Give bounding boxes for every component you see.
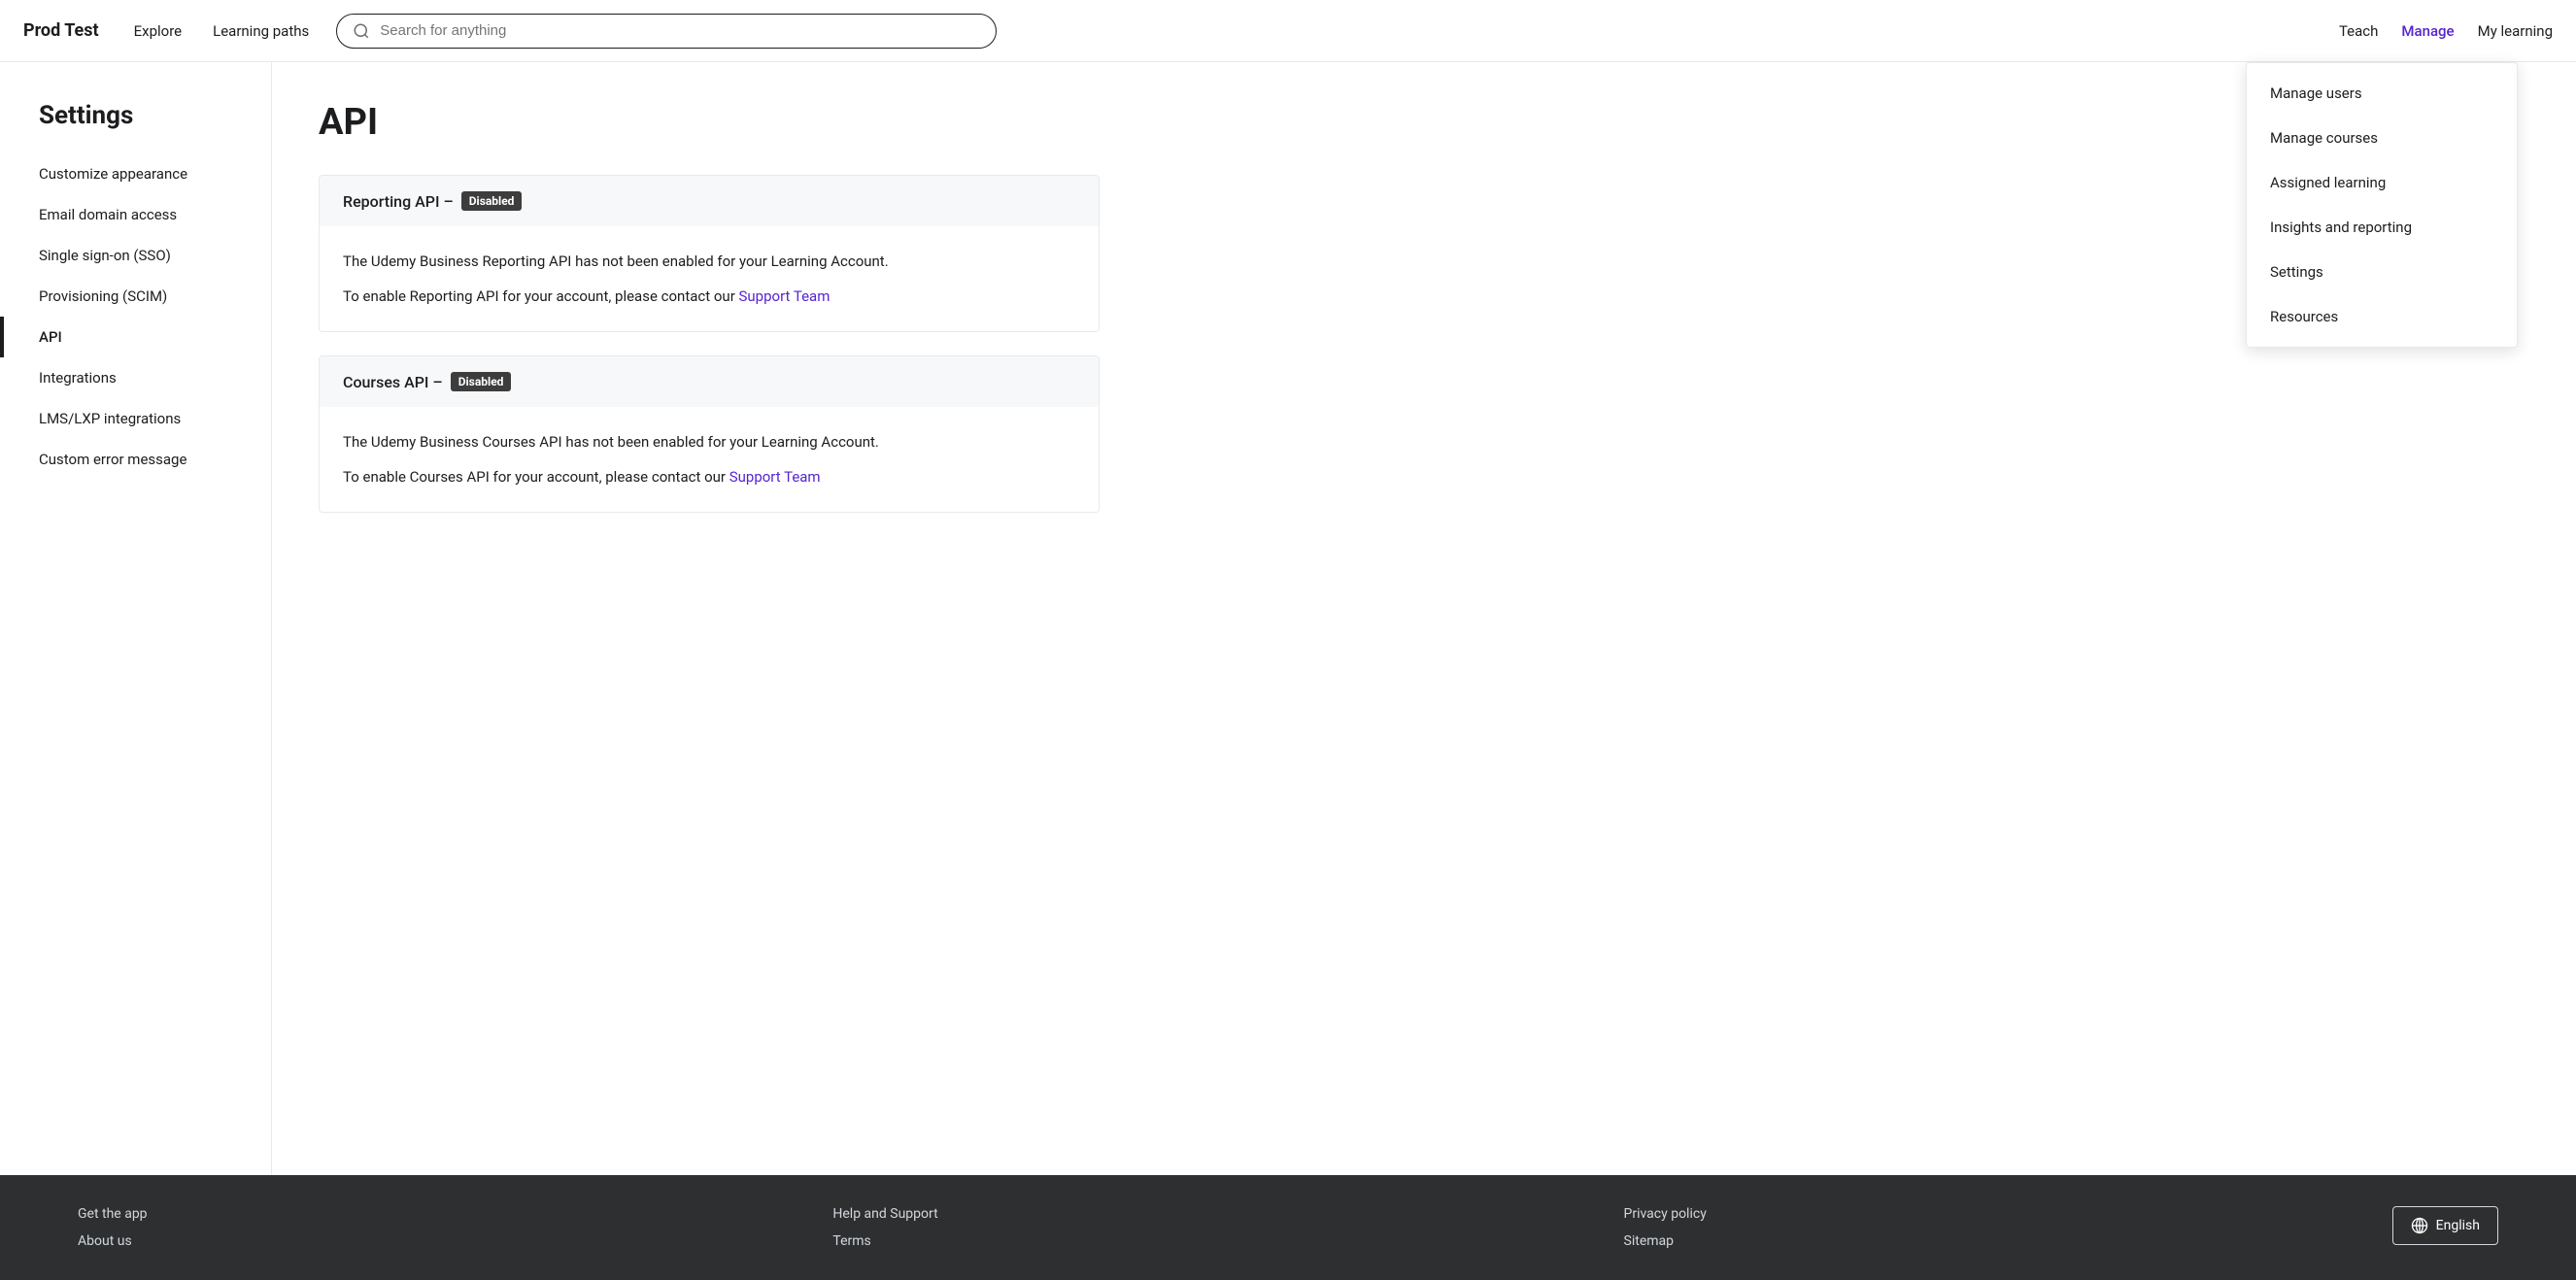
manage-dropdown: Manage users Manage courses Assigned lea… xyxy=(2246,62,2518,348)
reporting-api-card: Reporting API – Disabled The Udemy Busin… xyxy=(319,175,1100,332)
reporting-api-header: Reporting API – Disabled xyxy=(320,176,1099,226)
manage-link[interactable]: Manage xyxy=(2401,22,2454,40)
courses-api-header: Courses API – Disabled xyxy=(320,356,1099,407)
footer-col-2: Help and Support Terms xyxy=(832,1206,937,1249)
site-logo[interactable]: Prod Test xyxy=(23,20,99,41)
reporting-api-badge: Disabled xyxy=(461,191,523,211)
dropdown-manage-users[interactable]: Manage users xyxy=(2247,71,2517,116)
reporting-api-description: The Udemy Business Reporting API has not… xyxy=(343,250,1075,273)
footer-col-3: Privacy policy Sitemap xyxy=(1624,1206,1707,1249)
dropdown-insights[interactable]: Insights and reporting xyxy=(2247,205,2517,250)
courses-api-body: The Udemy Business Courses API has not b… xyxy=(320,407,1099,512)
reporting-api-title: Reporting API – xyxy=(343,192,454,211)
header-actions: Teach Manage My learning xyxy=(2316,22,2553,40)
sidebar-item-api[interactable]: API xyxy=(0,317,271,357)
globe-icon xyxy=(2411,1217,2428,1234)
search-input[interactable] xyxy=(380,22,980,39)
dropdown-settings[interactable]: Settings xyxy=(2247,250,2517,294)
courses-api-description: The Udemy Business Courses API has not b… xyxy=(343,430,1075,454)
reporting-support-link[interactable]: Support Team xyxy=(739,287,830,305)
sidebar-title: Settings xyxy=(0,101,271,130)
dropdown-manage-courses[interactable]: Manage courses xyxy=(2247,116,2517,160)
main-content: Settings Customize appearance Email doma… xyxy=(0,62,2576,1175)
my-learning-link[interactable]: My learning xyxy=(2478,22,2553,40)
nav-explore[interactable]: Explore xyxy=(122,15,194,48)
sidebar-item-integrations[interactable]: Integrations xyxy=(0,357,271,398)
footer-help[interactable]: Help and Support xyxy=(832,1206,937,1222)
sidebar-item-scim[interactable]: Provisioning (SCIM) xyxy=(0,276,271,317)
nav-learning-paths[interactable]: Learning paths xyxy=(201,15,321,48)
footer-sitemap[interactable]: Sitemap xyxy=(1624,1233,1707,1249)
courses-api-contact: To enable Courses API for your account, … xyxy=(343,465,1075,488)
reporting-api-body: The Udemy Business Reporting API has not… xyxy=(320,226,1099,331)
courses-api-badge: Disabled xyxy=(451,372,512,391)
footer-content: Get the app About us Help and Support Te… xyxy=(78,1206,2498,1249)
search-bar xyxy=(336,14,997,49)
sidebar-item-sso[interactable]: Single sign-on (SSO) xyxy=(0,235,271,276)
courses-support-link[interactable]: Support Team xyxy=(729,468,821,486)
sidebar: Settings Customize appearance Email doma… xyxy=(0,62,272,1175)
header: Prod Test Explore Learning paths Teach M… xyxy=(0,0,2576,62)
sidebar-item-customize[interactable]: Customize appearance xyxy=(0,153,271,194)
sidebar-nav: Customize appearance Email domain access… xyxy=(0,153,271,480)
sidebar-item-lms[interactable]: LMS/LXP integrations xyxy=(0,398,271,439)
courses-api-card: Courses API – Disabled The Udemy Busines… xyxy=(319,355,1100,513)
footer-get-app[interactable]: Get the app xyxy=(78,1206,148,1222)
footer-terms[interactable]: Terms xyxy=(832,1233,937,1249)
sidebar-item-error[interactable]: Custom error message xyxy=(0,439,271,480)
search-icon xyxy=(353,22,370,40)
reporting-api-contact: To enable Reporting API for your account… xyxy=(343,285,1075,308)
page-title: API xyxy=(319,101,1100,144)
dropdown-resources[interactable]: Resources xyxy=(2247,294,2517,339)
language-selector[interactable]: English xyxy=(2392,1206,2498,1245)
main-nav: Explore Learning paths xyxy=(122,15,322,48)
footer-privacy[interactable]: Privacy policy xyxy=(1624,1206,1707,1222)
footer-about-us[interactable]: About us xyxy=(78,1233,148,1249)
footer-col-1: Get the app About us xyxy=(78,1206,148,1249)
dropdown-assigned-learning[interactable]: Assigned learning xyxy=(2247,160,2517,205)
main-section: API Reporting API – Disabled The Udemy B… xyxy=(272,62,1146,1175)
teach-link[interactable]: Teach xyxy=(2339,22,2378,40)
sidebar-item-email[interactable]: Email domain access xyxy=(0,194,271,235)
courses-api-title: Courses API – xyxy=(343,373,443,391)
language-label: English xyxy=(2436,1218,2480,1233)
footer: Get the app About us Help and Support Te… xyxy=(0,1175,2576,1280)
